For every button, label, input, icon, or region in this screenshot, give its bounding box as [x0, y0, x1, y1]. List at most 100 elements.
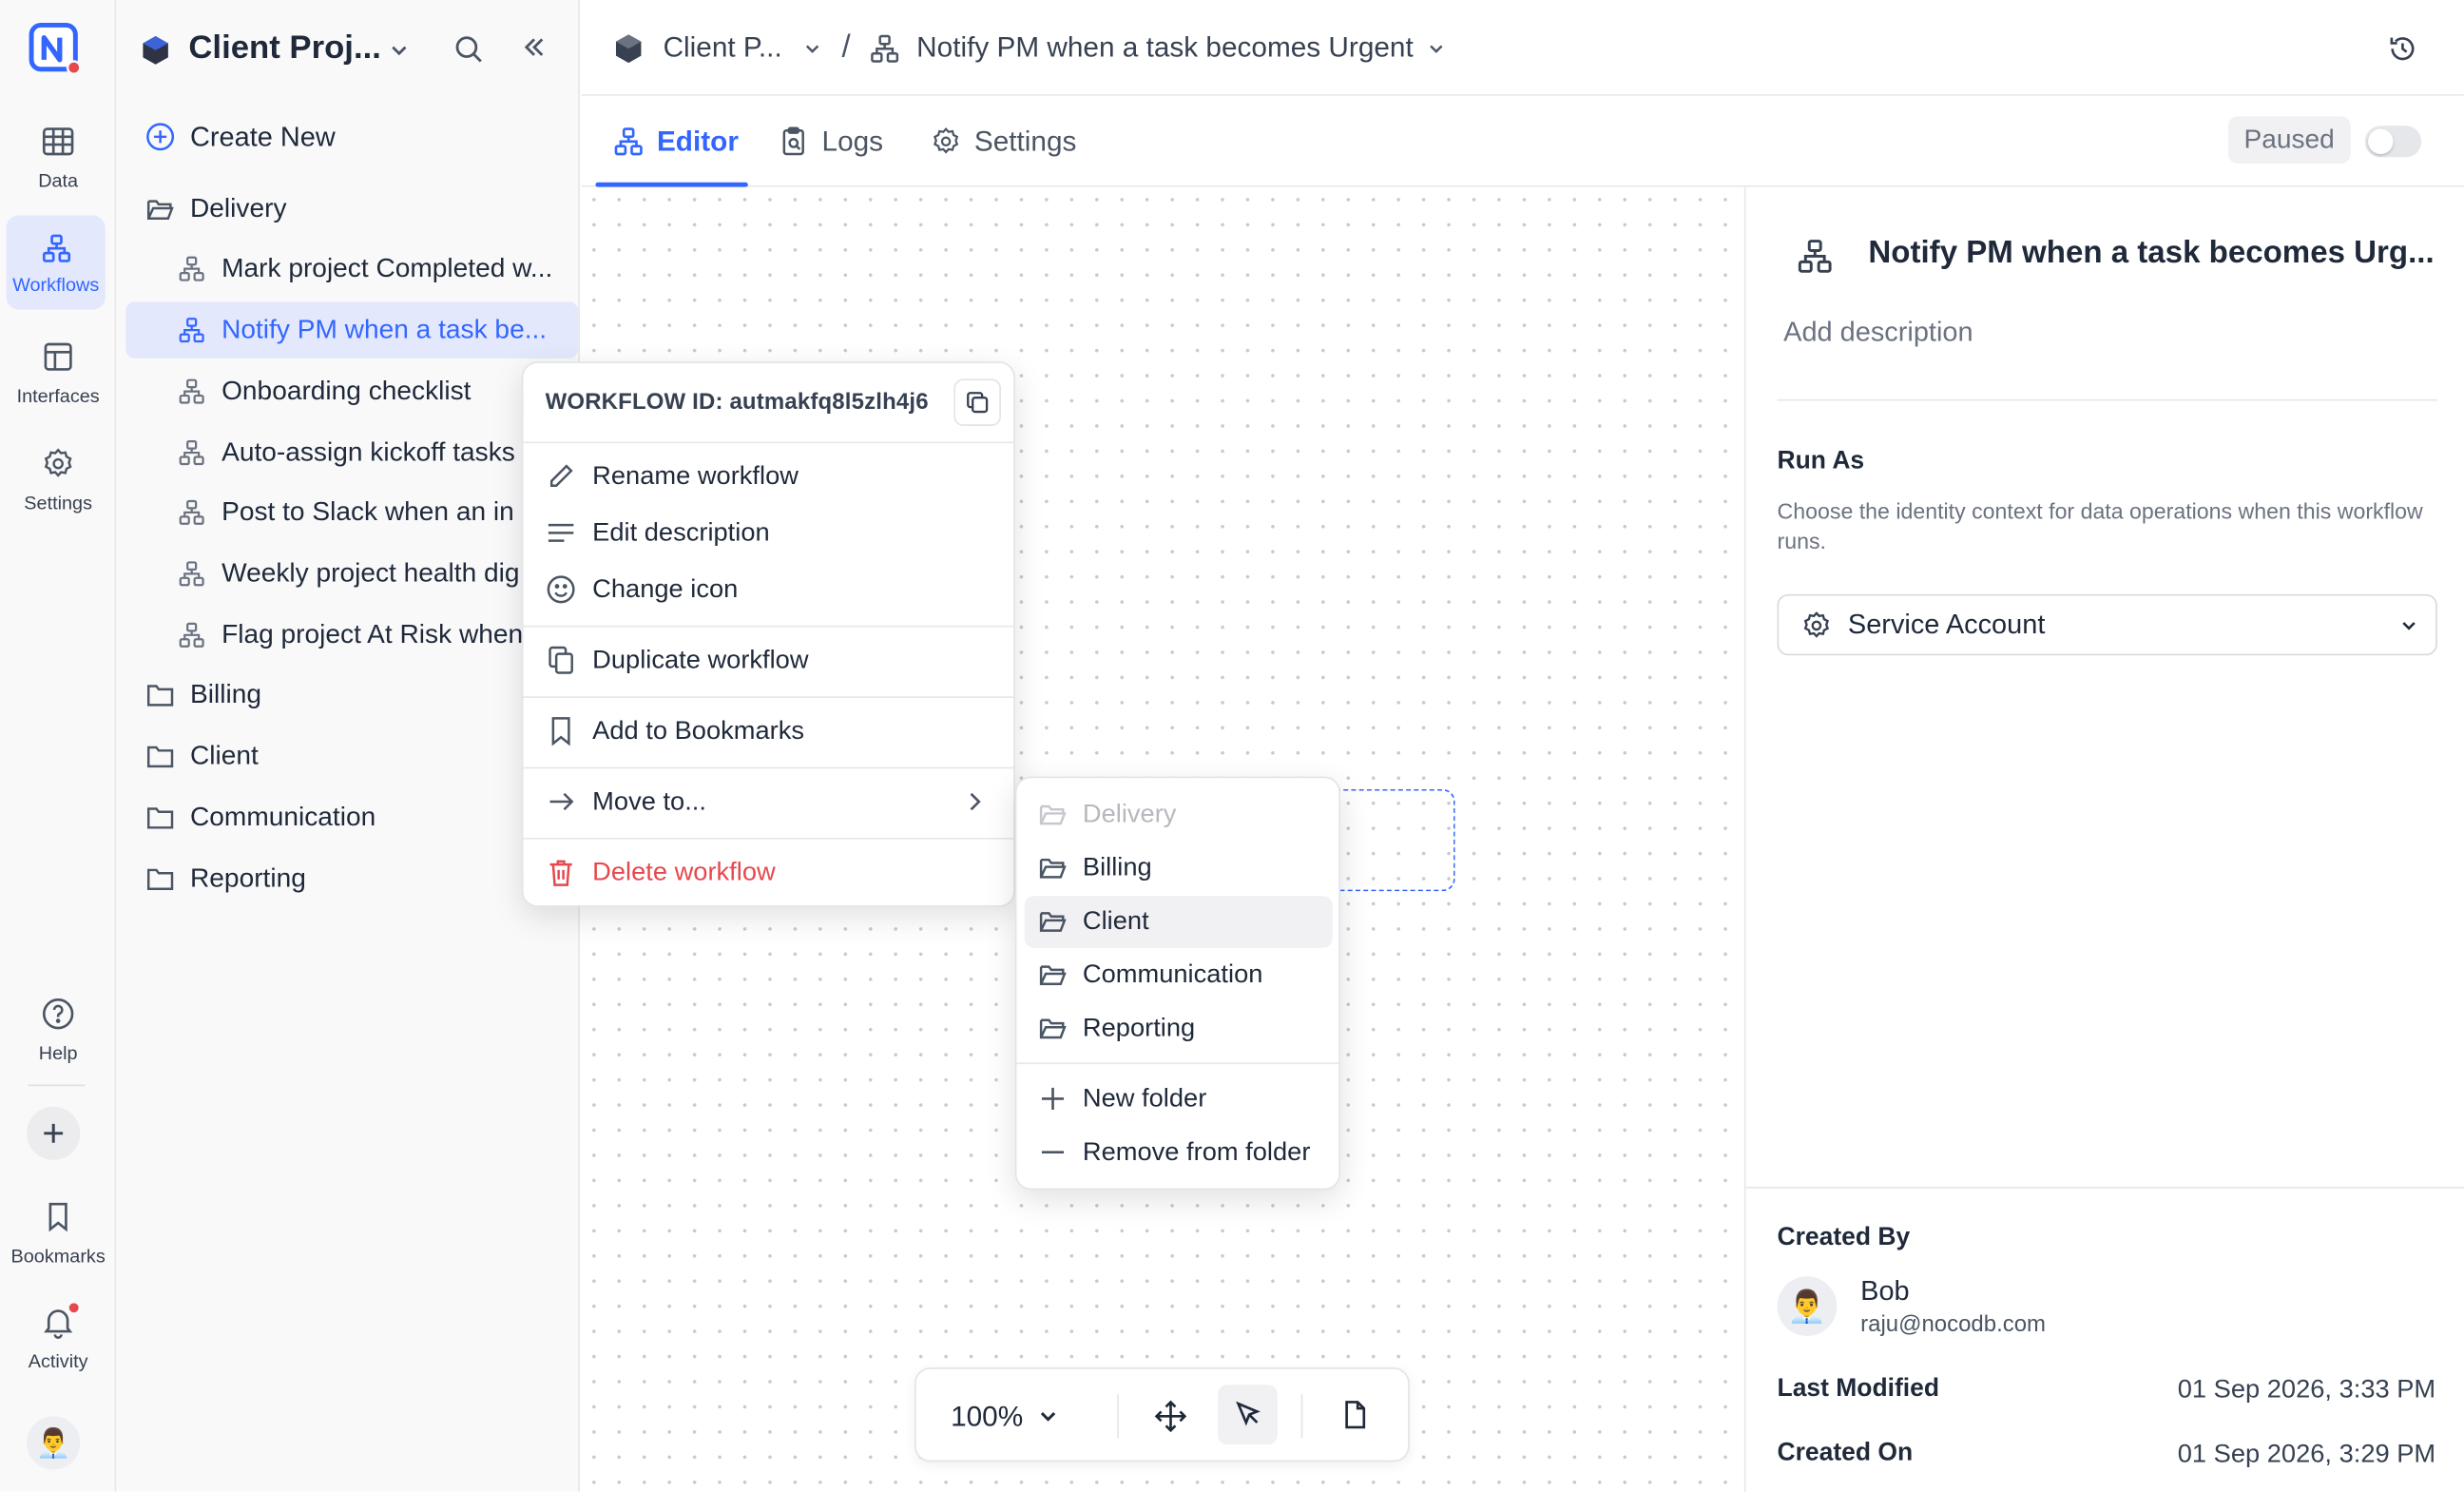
history-icon[interactable]	[2387, 33, 2418, 65]
submenu-folder-communication[interactable]: Communication	[1016, 948, 1338, 1001]
run-as-select[interactable]: Service Account	[1777, 593, 2437, 656]
run-as-help: Choose the identity context for data ope…	[1777, 498, 2423, 553]
tab-logs[interactable]: Logs	[778, 96, 883, 187]
workflow-item[interactable]: Mark project Completed w...	[116, 241, 580, 298]
description-field[interactable]: Add description	[1783, 316, 1973, 349]
folder-icon	[146, 685, 174, 707]
workflow-icon	[179, 561, 204, 587]
creator-email: raju@nocodb.com	[1860, 1312, 2047, 1338]
user-avatar[interactable]: 👨‍💼	[27, 1416, 81, 1470]
minus-icon	[1041, 1151, 1065, 1153]
submenu-folder-label: Delivery	[1082, 799, 1177, 828]
edit-description-item[interactable]: Edit description	[523, 506, 1013, 559]
duplicate-workflow-item[interactable]: Duplicate workflow	[523, 633, 1013, 687]
delete-workflow-item[interactable]: Delete workflow	[523, 845, 1013, 899]
folder-communication[interactable]: Communication	[116, 789, 580, 846]
folder-icon	[146, 746, 174, 768]
tab-settings[interactable]: Settings	[931, 96, 1076, 187]
created-on-label: Created On	[1777, 1440, 1914, 1467]
folder-label: Billing	[190, 679, 261, 709]
workflow-icon	[179, 378, 204, 404]
new-folder-item[interactable]: New folder	[1016, 1072, 1338, 1125]
folder-label: Delivery	[190, 193, 287, 223]
run-as-value: Service Account	[1847, 608, 2046, 640]
pan-icon[interactable]	[1153, 1399, 1187, 1433]
arrow-right-icon	[549, 792, 574, 811]
rename-workflow-item[interactable]: Rename workflow	[523, 450, 1013, 503]
gear-icon	[1803, 610, 1830, 637]
base-icon	[140, 34, 171, 66]
add-to-bookmarks-item[interactable]: Add to Bookmarks	[523, 705, 1013, 758]
breadcrumb-workflow[interactable]: Notify PM when a task becomes Urgent	[916, 31, 1414, 65]
file-icon[interactable]	[1338, 1399, 1370, 1430]
copy-id-button[interactable]	[953, 378, 1001, 426]
app-logo[interactable]	[29, 22, 82, 75]
create-new-button[interactable]: Create New	[116, 108, 580, 165]
add-button[interactable]	[27, 1106, 81, 1160]
submenu-folder-label: Client	[1082, 905, 1149, 935]
workflow-item[interactable]: Flag project At Risk when	[116, 607, 580, 664]
collapse-sidebar-icon[interactable]	[520, 33, 549, 62]
workflow-icon	[871, 33, 899, 62]
text-align-icon	[548, 523, 574, 542]
left-rail: Data Workflows Interfaces Settings Help …	[0, 0, 117, 1492]
rail-help[interactable]: Help	[0, 995, 116, 1064]
folder-open-icon	[1039, 912, 1067, 932]
creator-avatar: 👨‍💼	[1777, 1276, 1838, 1337]
cursor-icon	[1236, 1401, 1261, 1426]
zoom-select[interactable]: 100%	[951, 1369, 1061, 1463]
workflow-icon	[179, 256, 204, 281]
new-folder-label: New folder	[1082, 1083, 1207, 1113]
rail-data[interactable]: Data	[0, 123, 116, 192]
rail-bookmarks[interactable]: Bookmarks	[0, 1198, 116, 1268]
workflow-icon	[614, 127, 643, 156]
edit-description-label: Edit description	[592, 517, 770, 547]
bell-icon	[39, 1303, 79, 1341]
tab-editor[interactable]: Editor	[613, 96, 739, 187]
workflow-item[interactable]: Post to Slack when an in	[116, 484, 580, 541]
workflow-item-selected[interactable]: Notify PM when a task be...	[125, 301, 579, 358]
workflow-label: Onboarding checklist	[221, 376, 472, 406]
move-to-item[interactable]: Move to...	[523, 775, 1013, 828]
rail-bookmarks-label: Bookmarks	[10, 1245, 106, 1268]
workflow-item[interactable]: Auto-assign kickoff tasks	[116, 424, 580, 481]
select-tool-button[interactable]	[1218, 1385, 1278, 1445]
rail-interfaces[interactable]: Interfaces	[0, 338, 116, 407]
workflow-title[interactable]: Notify PM when a task becomes Urg...	[1868, 236, 2434, 272]
submenu-folder-client[interactable]: Client	[1016, 895, 1338, 948]
rail-activity[interactable]: Activity	[0, 1303, 116, 1372]
submenu-folder-reporting[interactable]: Reporting	[1016, 1001, 1338, 1055]
rail-interfaces-label: Interfaces	[16, 384, 100, 408]
pencil-icon	[549, 464, 573, 488]
rail-settings[interactable]: Settings	[0, 445, 116, 514]
active-toggle[interactable]	[2364, 126, 2422, 158]
workflow-item[interactable]: Onboarding checklist	[116, 363, 580, 420]
rail-workflows[interactable]: Workflows	[6, 215, 106, 310]
workflow-label: Flag project At Risk when	[221, 619, 524, 649]
workflow-item[interactable]: Weekly project health dig	[116, 546, 580, 603]
smiley-icon	[547, 575, 575, 604]
base-title[interactable]: Client Proj...	[188, 29, 381, 68]
create-new-label: Create New	[190, 120, 336, 152]
created-by-label: Created By	[1777, 1224, 1911, 1251]
chevron-down-icon[interactable]	[1426, 37, 1448, 59]
change-icon-item[interactable]: Change icon	[523, 563, 1013, 616]
submenu-folder-billing[interactable]: Billing	[1016, 841, 1338, 894]
chevron-down-icon[interactable]	[387, 38, 412, 63]
chevron-down-icon[interactable]	[801, 37, 823, 59]
layout-icon	[39, 338, 77, 376]
folder-delivery[interactable]: Delivery	[116, 181, 580, 238]
copy-icon	[967, 392, 989, 414]
breadcrumb-base[interactable]: Client P...	[664, 31, 782, 65]
canvas-toolbar: 100%	[914, 1367, 1410, 1463]
move-to-label: Move to...	[592, 786, 706, 816]
folder-client[interactable]: Client	[116, 727, 580, 785]
search-icon[interactable]	[452, 33, 484, 65]
folder-billing[interactable]: Billing	[116, 667, 580, 724]
table-icon	[39, 123, 77, 161]
folder-reporting[interactable]: Reporting	[116, 850, 580, 907]
workflow-id: WORKFLOW ID: autmakfq8l5zlh4j6	[545, 389, 929, 416]
remove-from-folder-item[interactable]: Remove from folder	[1016, 1126, 1338, 1179]
change-icon-label: Change icon	[592, 574, 739, 603]
move-to-submenu: Delivery Billing Client Communication Re…	[1014, 776, 1341, 1191]
